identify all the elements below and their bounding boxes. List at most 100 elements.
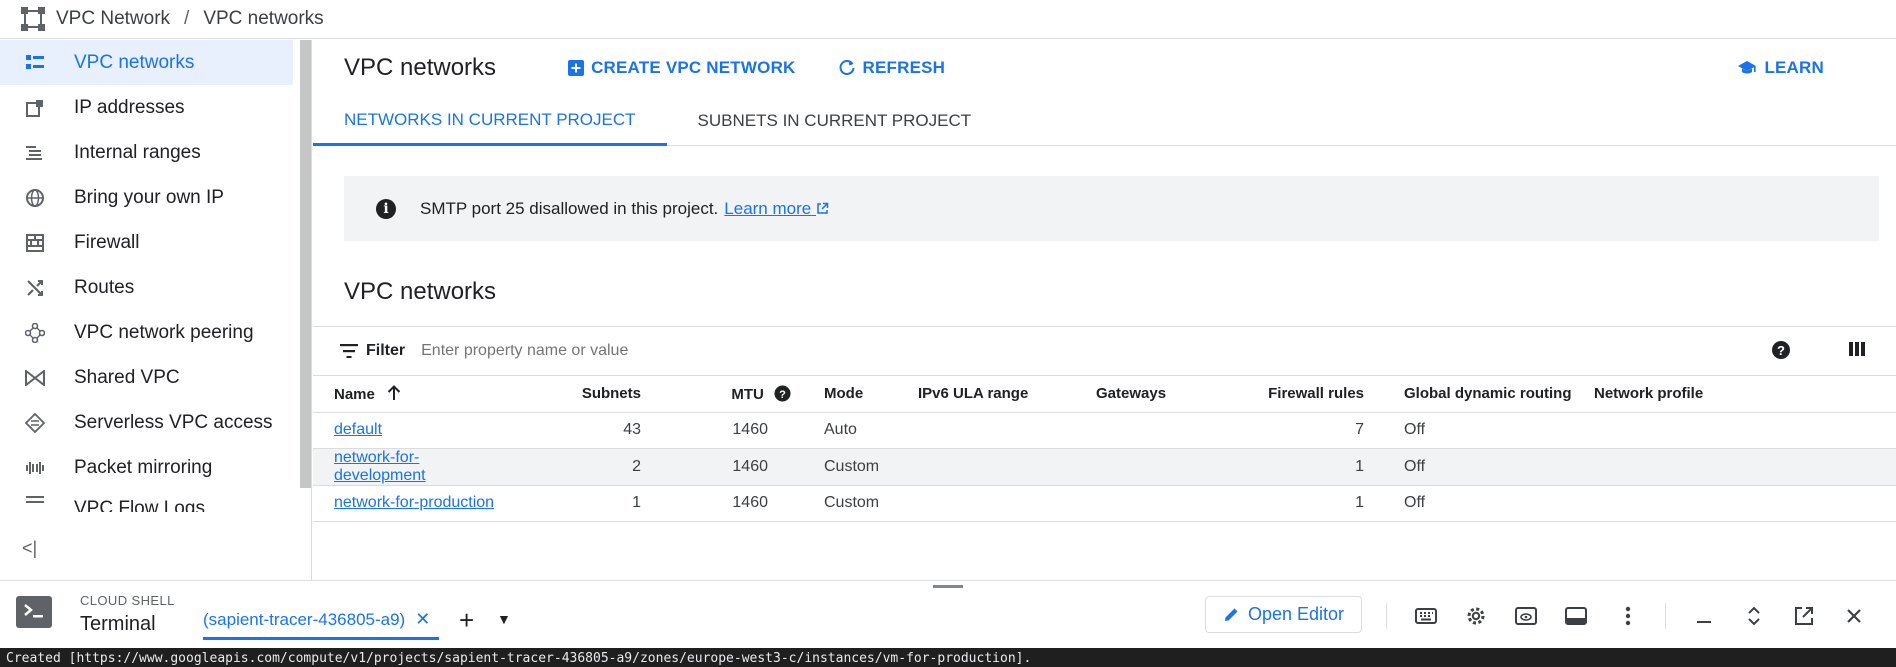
cell-routing: Off	[1364, 485, 1594, 522]
terminal-output[interactable]: Created [https://www.googleapis.com/comp…	[0, 648, 1896, 667]
col-ipv6-ula-range[interactable]: IPv6 ULA range	[918, 376, 1096, 413]
toolbar-divider	[1665, 603, 1666, 629]
column-display-options-icon[interactable]	[1848, 340, 1866, 363]
network-link-default[interactable]: default	[334, 421, 382, 438]
sidebar-item-serverless-vpc-access[interactable]: Serverless VPC access	[0, 400, 293, 445]
sidebar-item-label: Serverless VPC access	[74, 411, 273, 433]
sidebar-item-label: Routes	[74, 276, 135, 298]
breadcrumb-page: VPC networks	[203, 8, 324, 29]
routes-icon	[22, 275, 48, 301]
add-tab-icon[interactable]: +	[459, 605, 474, 636]
create-vpc-network-label: CREATE VPC NETWORK	[591, 58, 796, 77]
network-link-production[interactable]: network-for-production	[334, 494, 494, 511]
tab-subnets-in-current-project[interactable]: SUBNETS IN CURRENT PROJECT	[667, 96, 1003, 146]
more-options-icon[interactable]	[1615, 603, 1641, 629]
terminal-tab[interactable]: (sapient-tracer-436805-a9) ✕	[203, 609, 430, 630]
keyboard-icon[interactable]	[1413, 603, 1439, 629]
cell-firewall-rules: 1	[1216, 448, 1364, 486]
sidebar-item-shared-vpc[interactable]: Shared VPC	[0, 355, 293, 400]
vpc-networks-icon	[22, 50, 48, 76]
cell-gateways	[1096, 448, 1216, 486]
tab-bar: NETWORKS IN CURRENT PROJECT SUBNETS IN C…	[313, 96, 1896, 146]
sidebar-item-packet-mirroring[interactable]: Packet mirroring	[0, 445, 293, 490]
open-editor-label: Open Editor	[1247, 604, 1345, 624]
minimize-icon[interactable]	[1691, 603, 1717, 629]
top-bar: VPC Network / VPC networks	[0, 0, 1896, 39]
sidebar-item-label: Internal ranges	[74, 141, 201, 163]
sidebar-item-label: Firewall	[74, 231, 140, 253]
breadcrumb-product[interactable]: VPC Network	[56, 8, 170, 30]
internal-ranges-icon	[22, 140, 48, 166]
col-name[interactable]: Name	[313, 376, 503, 413]
cell-routing: Off	[1364, 448, 1594, 486]
filter-icon	[340, 344, 358, 358]
cell-mode: Custom	[791, 485, 918, 522]
sidebar-item-label: VPC Flow Logs	[74, 498, 205, 512]
main-content: VPC networks CREATE VPC NETWORK REFRESH …	[313, 40, 1896, 580]
cell-profile	[1594, 448, 1896, 486]
ip-addresses-icon	[22, 95, 48, 121]
layout-panel-icon[interactable]	[1563, 603, 1589, 629]
school-icon	[1738, 61, 1757, 74]
table-header-row: Name Subnets MTU ? Mode IPv6 ULA range G…	[313, 376, 1896, 413]
col-global-dynamic-routing[interactable]: Global dynamic routing	[1364, 376, 1594, 413]
peering-icon	[22, 320, 48, 346]
refresh-button[interactable]: REFRESH	[838, 58, 946, 78]
pencil-icon	[1224, 608, 1238, 621]
cell-gateways	[1096, 412, 1216, 449]
globe-icon	[22, 185, 48, 211]
filter-input[interactable]	[421, 342, 822, 360]
firewall-icon	[22, 230, 48, 256]
filter-button[interactable]: Filter	[340, 342, 405, 360]
web-preview-icon[interactable]	[1513, 603, 1539, 629]
settings-gear-icon[interactable]	[1463, 603, 1489, 629]
open-editor-button[interactable]: Open Editor	[1205, 596, 1362, 633]
col-network-profile[interactable]: Network profile	[1594, 376, 1896, 413]
cell-firewall-rules: 7	[1216, 412, 1364, 449]
expand-icon[interactable]	[1741, 603, 1767, 629]
tab-menu-chevron-down-icon[interactable]: ▼	[497, 611, 511, 627]
cell-subnets: 43	[503, 412, 641, 449]
cell-mtu: 1460	[641, 412, 791, 449]
sidebar-item-bring-your-own-ip[interactable]: Bring your own IP	[0, 175, 293, 220]
open-in-new-window-icon[interactable]	[1791, 603, 1817, 629]
info-icon: i	[376, 198, 396, 219]
sidebar-item-firewall[interactable]: Firewall	[0, 220, 293, 265]
help-icon[interactable]: ?	[1771, 340, 1791, 365]
resize-handle[interactable]	[933, 585, 963, 588]
close-shell-icon[interactable]	[1841, 603, 1867, 629]
table-row: network-for-production 1 1460 Custom 1 O…	[313, 485, 1896, 522]
cell-mtu: 1460	[641, 448, 791, 486]
tab-networks-in-current-project[interactable]: NETWORKS IN CURRENT PROJECT	[313, 96, 667, 146]
cell-mtu: 1460	[641, 485, 791, 522]
network-link-development[interactable]: network-for-development	[334, 449, 426, 484]
sidebar-item-label: Shared VPC	[74, 366, 180, 388]
learn-more-link[interactable]: Learn more	[724, 199, 829, 219]
sidebar-item-routes[interactable]: Routes	[0, 265, 293, 310]
sidebar-scrollbar[interactable]	[300, 40, 311, 488]
sidebar-item-vpc-flow-logs[interactable]: VPC Flow Logs	[0, 490, 293, 512]
sidebar-item-label: Bring your own IP	[74, 186, 224, 208]
sidebar-item-vpc-networks[interactable]: VPC networks	[0, 40, 293, 85]
col-subnets[interactable]: Subnets	[503, 376, 641, 413]
close-tab-icon[interactable]: ✕	[415, 609, 430, 630]
col-gateways[interactable]: Gateways	[1096, 376, 1216, 413]
sidebar-item-vpc-network-peering[interactable]: VPC network peering	[0, 310, 293, 355]
cell-mode: Auto	[791, 412, 918, 449]
add-box-icon	[568, 60, 585, 76]
cell-mode: Custom	[791, 448, 918, 486]
col-mtu[interactable]: MTU ?	[641, 376, 791, 413]
vpc-networks-table: Name Subnets MTU ? Mode IPv6 ULA range G…	[313, 376, 1896, 522]
sidebar-item-ip-addresses[interactable]: IP addresses	[0, 85, 293, 130]
col-mode[interactable]: Mode	[791, 376, 918, 413]
cell-routing: Off	[1364, 412, 1594, 449]
sidebar-item-internal-ranges[interactable]: Internal ranges	[0, 130, 293, 175]
cell-firewall-rules: 1	[1216, 485, 1364, 522]
collapse-sidebar-icon[interactable]: <|	[22, 538, 37, 559]
learn-more-label: Learn more	[724, 198, 812, 218]
col-firewall-rules[interactable]: Firewall rules	[1216, 376, 1364, 413]
create-vpc-network-button[interactable]: CREATE VPC NETWORK	[568, 58, 795, 78]
mtu-help-icon[interactable]: ?	[774, 385, 791, 402]
learn-button[interactable]: LEARN	[1737, 58, 1824, 78]
sort-arrow-up-icon	[387, 384, 401, 400]
